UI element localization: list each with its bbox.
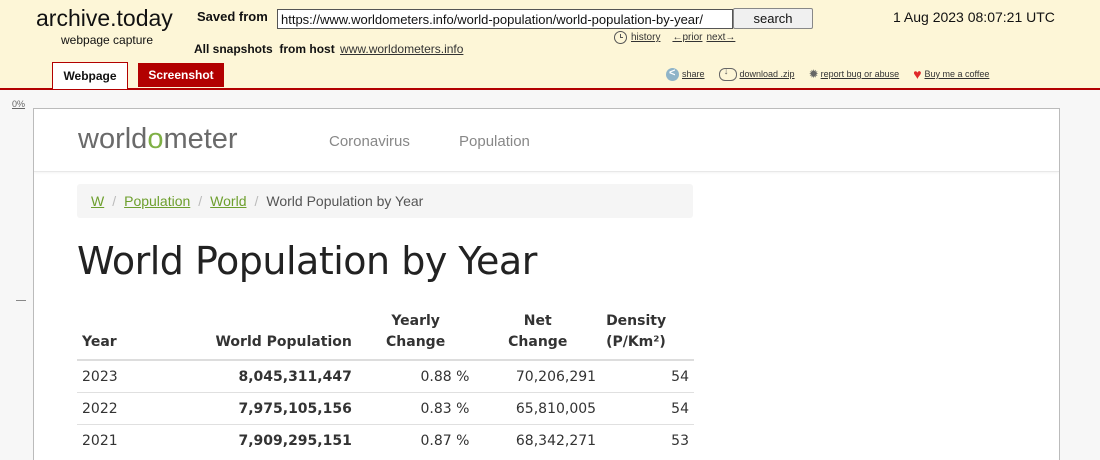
scroll-ruler-tick <box>16 300 26 301</box>
share-link[interactable]: share <box>682 69 705 79</box>
breadcrumb-home[interactable]: W <box>91 193 104 209</box>
breadcrumb-current: World Population by Year <box>266 193 424 209</box>
download-cloud-icon <box>718 66 737 81</box>
logo-accent-letter: o <box>147 123 164 155</box>
cell-density: 54 <box>601 359 694 393</box>
next-link[interactable]: next→ <box>706 32 735 43</box>
url-input[interactable] <box>277 9 733 29</box>
host-link[interactable]: www.worldometers.info <box>340 42 463 56</box>
download-action[interactable]: download .zip <box>718 66 795 81</box>
nav-population[interactable]: Population <box>459 133 530 150</box>
col-yearly-change[interactable]: Yearly Change <box>356 307 475 361</box>
archive-brand-title[interactable]: archive.today <box>36 5 173 32</box>
table-header-row: Year World Population Yearly Change Net Ch… <box>77 307 694 361</box>
share-action[interactable]: share <box>666 67 705 81</box>
archive-header: archive.today webpage capture Saved from… <box>0 0 1100 90</box>
site-navbar: worldometer Coronavirus Population <box>34 109 1059 172</box>
clock-icon <box>614 31 627 44</box>
cell-yearly-change: 0.88 % <box>356 359 475 393</box>
coffee-link[interactable]: Buy me a coffee <box>925 69 990 79</box>
nav-coronavirus[interactable]: Coronavirus <box>329 133 410 150</box>
cell-density: 53 <box>601 424 694 456</box>
archive-brand-subtitle: webpage capture <box>61 33 154 47</box>
cell-net-change: 70,206,291 <box>474 359 602 393</box>
cell-yearly-change: 0.87 % <box>356 424 475 456</box>
breadcrumb-population[interactable]: Population <box>124 193 190 209</box>
cell-density: 54 <box>601 392 694 425</box>
table-row: 2023 8,045,311,447 0.88 % 70,206,291 54 <box>77 359 694 393</box>
page-title: World Population by Year <box>77 239 537 283</box>
snapshots-row: All snapshots from host www.worldometers… <box>194 42 463 56</box>
tab-webpage[interactable]: Webpage <box>52 62 128 89</box>
cell-population: 8,045,311,447 <box>177 359 357 393</box>
breadcrumb: W / Population / World / World Populatio… <box>77 184 693 218</box>
history-link[interactable]: history <box>631 32 660 43</box>
cell-yearly-change: 0.83 % <box>356 392 475 425</box>
col-world-population[interactable]: World Population <box>177 307 357 361</box>
bug-icon: ✹ <box>808 67 819 81</box>
breadcrumb-separator: / <box>198 193 203 209</box>
col-net-change[interactable]: Net Change <box>474 307 602 361</box>
worldometer-logo[interactable]: worldometer <box>78 123 238 156</box>
col-year[interactable]: Year <box>77 307 178 361</box>
archive-actions: share download .zip ✹ report bug or abus… <box>666 66 1003 82</box>
heart-icon: ♥ <box>913 66 922 82</box>
from-host-label: from host <box>279 42 335 56</box>
tab-screenshot[interactable]: Screenshot <box>138 63 224 87</box>
cell-population: 7,909,295,151 <box>177 424 357 456</box>
saved-from-label: Saved from <box>197 9 268 24</box>
report-link[interactable]: report bug or abuse <box>821 69 900 79</box>
breadcrumb-world[interactable]: World <box>210 193 246 209</box>
table-row: 2022 7,975,105,156 0.83 % 65,810,005 54 <box>77 392 694 425</box>
search-button[interactable]: search <box>733 8 813 29</box>
all-snapshots-label[interactable]: All snapshots <box>194 42 273 56</box>
col-density[interactable]: Density (P/Km²) <box>601 307 694 361</box>
history-nav: history ←prior next→ <box>614 31 735 44</box>
coffee-action[interactable]: ♥ Buy me a coffee <box>913 66 990 82</box>
breadcrumb-separator: / <box>254 193 259 209</box>
scroll-ruler-label[interactable]: 0% <box>12 99 25 109</box>
download-link[interactable]: download .zip <box>740 69 795 79</box>
captured-page-frame: worldometer Coronavirus Population W / P… <box>33 108 1060 460</box>
share-icon <box>666 67 679 81</box>
report-action[interactable]: ✹ report bug or abuse <box>809 67 900 81</box>
population-table: Year World Population Yearly Change Net Ch… <box>77 307 694 456</box>
breadcrumb-separator: / <box>112 193 117 209</box>
cell-net-change: 68,342,271 <box>474 424 602 456</box>
cell-net-change: 65,810,005 <box>474 392 602 425</box>
cell-population: 7,975,105,156 <box>177 392 357 425</box>
table-row: 2021 7,909,295,151 0.87 % 68,342,271 53 <box>77 424 694 456</box>
prior-link[interactable]: ←prior <box>672 32 702 43</box>
cell-year: 2021 <box>77 424 178 456</box>
capture-timestamp: 1 Aug 2023 08:07:21 UTC <box>893 9 1055 25</box>
cell-year: 2022 <box>77 392 178 425</box>
cell-year: 2023 <box>77 359 178 393</box>
